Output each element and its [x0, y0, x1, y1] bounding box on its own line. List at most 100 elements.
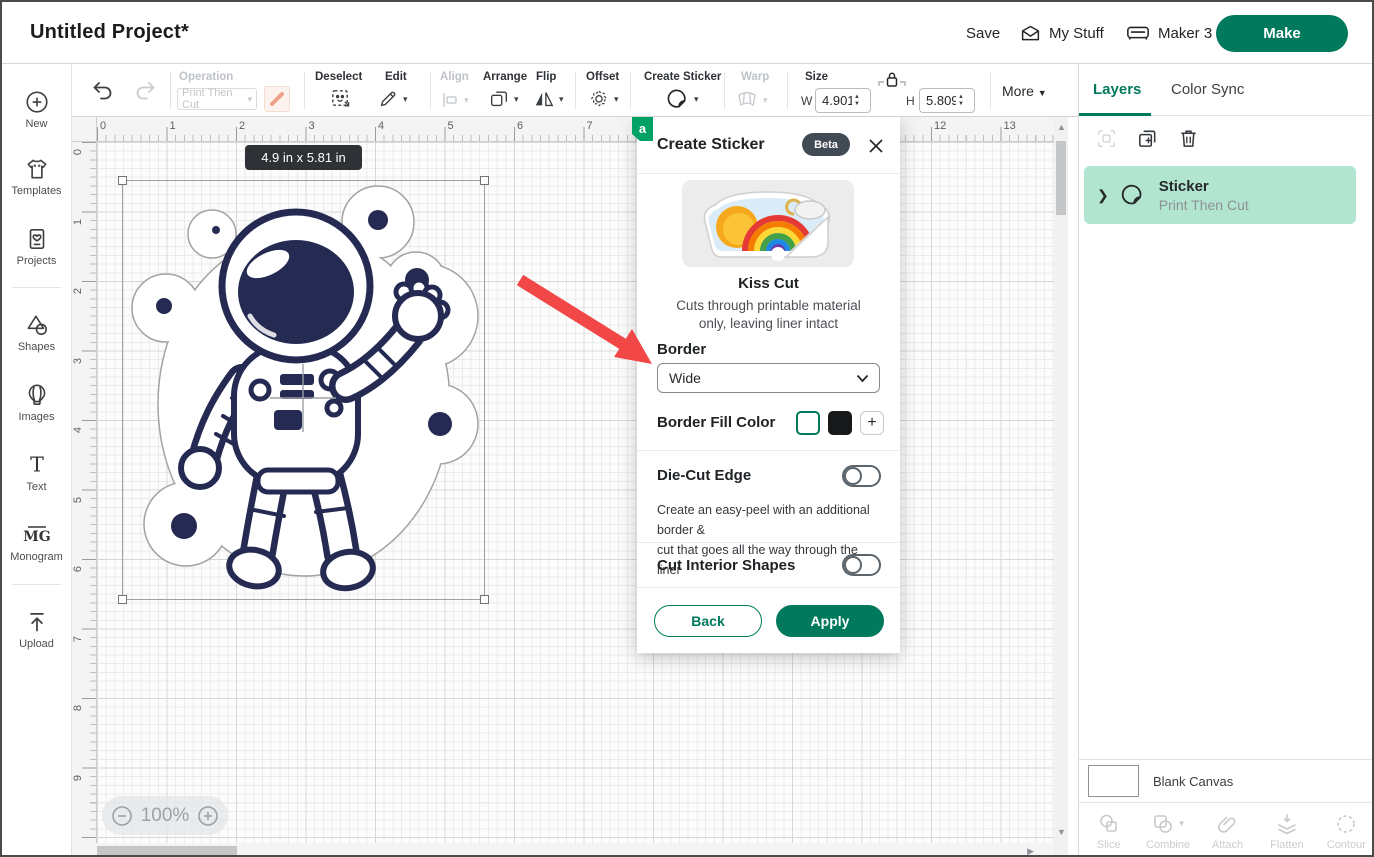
border-fill-color-label: Border Fill Color: [657, 414, 775, 431]
width-label: W: [801, 94, 812, 108]
blank-canvas-row[interactable]: Blank Canvas: [1079, 759, 1374, 802]
vertical-scroll-thumb[interactable]: [1056, 141, 1066, 215]
combine-button[interactable]: ▼ Combine: [1138, 803, 1197, 857]
sidebar-label: Images: [2, 411, 71, 423]
apply-button[interactable]: Apply: [776, 605, 884, 637]
attach-button[interactable]: Attach: [1198, 803, 1257, 857]
machine-icon: [1126, 23, 1150, 43]
layer-actions-row: [1095, 127, 1200, 150]
lock-ratio-icon[interactable]: [877, 70, 907, 90]
save-button[interactable]: Save: [966, 2, 1000, 64]
flatten-icon: [1275, 812, 1299, 836]
operation-select[interactable]: Print Then Cut▾: [177, 88, 257, 110]
height-input-group: ▲▼: [919, 88, 975, 113]
selection-handle-bottom-right[interactable]: [480, 595, 489, 604]
deselect-icon[interactable]: [329, 87, 352, 110]
sidebar-item-projects[interactable]: Projects: [2, 226, 71, 267]
tab-color-sync[interactable]: Color Sync: [1171, 81, 1244, 98]
v-ruler-number: 4: [72, 427, 84, 433]
edit-dropdown[interactable]: ▾: [377, 88, 408, 110]
warp-dropdown[interactable]: ▾: [735, 90, 768, 110]
project-title[interactable]: Untitled Project*: [30, 21, 189, 44]
horizontal-scroll-thumb[interactable]: [97, 846, 237, 856]
sidebar-item-upload[interactable]: Upload: [2, 609, 71, 650]
slice-button[interactable]: Slice: [1079, 803, 1138, 857]
slice-icon: [1097, 812, 1121, 836]
scroll-right-arrow[interactable]: ▶: [1027, 846, 1034, 857]
sticker-icon: [665, 87, 689, 111]
more-label: More: [1002, 83, 1034, 99]
slice-label: Slice: [1097, 839, 1121, 851]
operation-color-swatch[interactable]: [264, 86, 290, 112]
width-stepper[interactable]: ▲▼: [854, 94, 860, 107]
arrange-label: Arrange: [483, 71, 527, 83]
zoom-in-icon[interactable]: [197, 805, 219, 827]
selection-handle-bottom-left[interactable]: [118, 595, 127, 604]
images-balloon-icon: [24, 382, 50, 408]
sidebar-item-images[interactable]: Images: [2, 382, 71, 423]
offset-dropdown[interactable]: ▾: [588, 88, 619, 110]
delete-icon[interactable]: [1177, 127, 1200, 150]
blank-canvas-swatch[interactable]: [1088, 765, 1139, 797]
contour-button[interactable]: Contour: [1317, 803, 1374, 857]
make-button[interactable]: Make: [1216, 15, 1348, 52]
duplicate-icon[interactable]: [1136, 127, 1159, 150]
height-input[interactable]: [920, 93, 956, 108]
undo-button[interactable]: [90, 77, 116, 103]
ruler-corner: [72, 117, 97, 142]
cut-interior-shapes-toggle[interactable]: [842, 554, 881, 576]
fill-color-black-swatch[interactable]: [828, 411, 852, 435]
v-ruler-number: 9: [72, 774, 84, 780]
sidebar-item-shapes[interactable]: Shapes: [2, 312, 71, 353]
flip-dropdown[interactable]: ▾: [533, 88, 564, 110]
sidebar-item-new[interactable]: New: [2, 89, 71, 130]
flatten-button[interactable]: Flatten: [1257, 803, 1316, 857]
die-cut-edge-toggle[interactable]: [842, 465, 881, 487]
scroll-down-arrow[interactable]: ▼: [1057, 827, 1066, 837]
align-dropdown[interactable]: ▾: [440, 90, 469, 110]
text-icon: T: [24, 452, 50, 478]
scroll-up-arrow[interactable]: ▲: [1057, 122, 1066, 132]
size-label: Size: [805, 71, 828, 83]
layer-expand-chevron[interactable]: ❯: [1097, 187, 1109, 204]
tab-layers[interactable]: Layers: [1093, 81, 1141, 98]
border-select-value: Wide: [669, 370, 701, 386]
chevron-down-icon: [856, 374, 869, 383]
height-stepper[interactable]: ▲▼: [958, 94, 964, 107]
selection-handle-top-right[interactable]: [480, 176, 489, 185]
canvas-horizontal-scrollbar[interactable]: ▶: [72, 843, 1054, 857]
sidebar-item-text[interactable]: T Text: [2, 452, 71, 493]
deselect-label: Deselect: [315, 71, 362, 83]
my-stuff-button[interactable]: My Stuff: [1020, 2, 1104, 64]
selection-bounding-box[interactable]: [122, 180, 485, 600]
group-icon[interactable]: [1095, 127, 1118, 150]
redo-button[interactable]: [132, 77, 158, 103]
sidebar-label: Templates: [2, 185, 71, 197]
back-button[interactable]: Back: [654, 605, 762, 637]
cut-interior-shapes-label: Cut Interior Shapes: [657, 557, 795, 574]
sidebar-item-templates[interactable]: Templates: [2, 156, 71, 197]
arrange-dropdown[interactable]: ▾: [488, 88, 519, 110]
svg-text:MG: MG: [23, 529, 50, 545]
add-color-button[interactable]: +: [860, 411, 884, 435]
create-sticker-label: Create Sticker: [644, 71, 721, 83]
zoom-out-icon[interactable]: [111, 805, 133, 827]
kiss-cut-desc-line2: only, leaving liner intact: [699, 316, 838, 331]
create-sticker-dropdown[interactable]: ▾: [665, 87, 699, 111]
border-select[interactable]: Wide: [657, 363, 880, 393]
h-ruler-number: 13: [1004, 120, 1016, 132]
close-icon[interactable]: [866, 136, 886, 156]
sidebar-item-monogram[interactable]: MG Monogram: [2, 522, 71, 563]
h-ruler-number: 4: [378, 120, 384, 132]
app-window: Untitled Project* Save My Stuff Maker 3 …: [0, 0, 1374, 857]
machine-selector[interactable]: Maker 3: [1126, 2, 1212, 64]
width-input[interactable]: [816, 93, 852, 108]
selection-handle-top-left[interactable]: [118, 176, 127, 185]
h-ruler-number: 3: [309, 120, 315, 132]
layer-item-sticker[interactable]: ❯ Sticker Print Then Cut: [1084, 166, 1356, 224]
more-dropdown[interactable]: More ▼: [1002, 83, 1047, 99]
operation-value: Print Then Cut: [182, 87, 244, 111]
fill-color-white-swatch[interactable]: [796, 411, 820, 435]
templates-shirt-icon: [24, 156, 50, 182]
canvas-vertical-scrollbar[interactable]: ▲ ▼: [1054, 117, 1068, 857]
